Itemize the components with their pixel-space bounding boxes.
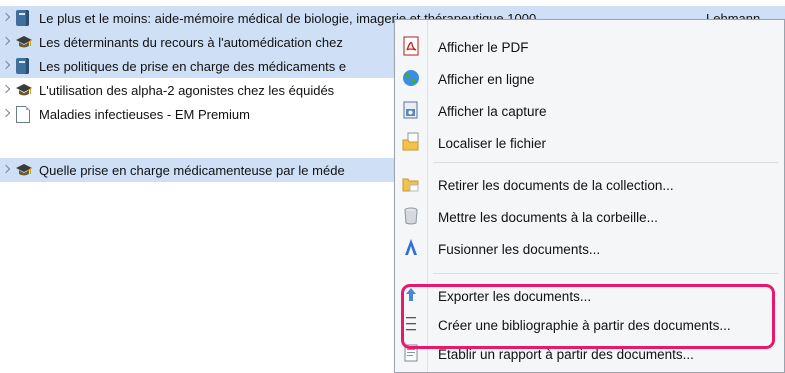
menu-separator bbox=[433, 162, 778, 163]
document-icon bbox=[15, 105, 31, 123]
item-title: Les déterminants du recours à l'automédi… bbox=[39, 34, 343, 50]
folder-file-icon bbox=[401, 132, 425, 154]
merge-icon bbox=[401, 238, 425, 260]
item-title: Quelle prise en charge médicamenteuse pa… bbox=[39, 162, 345, 178]
chevron-right-icon[interactable] bbox=[3, 158, 11, 182]
menu-item-move-to-trash[interactable]: Mettre les documents à la corbeille... bbox=[395, 203, 784, 231]
thesis-icon bbox=[15, 33, 32, 51]
menu-item-show-file[interactable]: Localiser le fichier bbox=[395, 129, 784, 157]
folder-remove-icon bbox=[401, 174, 425, 196]
thesis-icon bbox=[15, 161, 32, 179]
menu-item-remove-from-collection[interactable]: Retirer les documents de la collection..… bbox=[395, 171, 784, 199]
globe-icon bbox=[401, 68, 425, 90]
menu-item-label: Afficher en ligne bbox=[438, 71, 535, 87]
thesis-icon bbox=[15, 81, 32, 99]
trash-icon bbox=[401, 206, 425, 228]
item-title: Les politiques de prise en charge des mé… bbox=[39, 58, 347, 74]
menu-item-merge-items[interactable]: Fusionner les documents... bbox=[395, 235, 784, 263]
menu-item-label: Mettre les documents à la corbeille... bbox=[438, 209, 658, 225]
highlight-annotation bbox=[401, 284, 775, 349]
chevron-right-icon[interactable] bbox=[3, 6, 11, 30]
pdf-icon bbox=[401, 36, 425, 58]
menu-item-label: Afficher le PDF bbox=[438, 39, 529, 55]
chevron-right-icon[interactable] bbox=[3, 54, 11, 78]
chevron-right-icon[interactable] bbox=[3, 78, 11, 102]
menu-item-label: Localiser le fichier bbox=[438, 135, 547, 151]
book-icon bbox=[15, 9, 31, 27]
menu-item-label: Retirer les documents de la collection..… bbox=[438, 177, 674, 193]
menu-item-label: Fusionner les documents... bbox=[438, 241, 601, 257]
chevron-right-icon[interactable] bbox=[3, 30, 11, 54]
snapshot-icon bbox=[401, 100, 425, 122]
menu-item-view-pdf[interactable]: Afficher le PDF bbox=[395, 33, 784, 61]
book-icon bbox=[15, 57, 31, 75]
item-title: L'utilisation des alpha-2 agonistes chez… bbox=[39, 82, 335, 98]
menu-item-label: Afficher la capture bbox=[438, 103, 547, 119]
menu-item-view-online[interactable]: Afficher en ligne bbox=[395, 65, 784, 93]
item-title: Maladies infectieuses - EM Premium bbox=[39, 106, 250, 122]
chevron-right-icon[interactable] bbox=[3, 102, 11, 126]
menu-item-view-snapshot[interactable]: Afficher la capture bbox=[395, 97, 784, 125]
menu-separator bbox=[433, 273, 778, 274]
